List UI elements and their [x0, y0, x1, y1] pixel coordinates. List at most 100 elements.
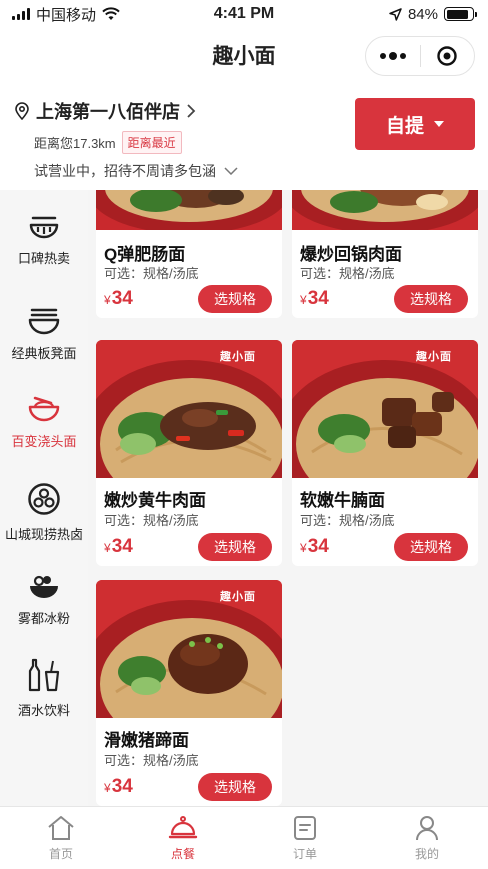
- pickup-label: 自提: [385, 115, 424, 137]
- tab-label: 订单: [292, 847, 317, 861]
- product-image: 趣小面: [96, 580, 282, 718]
- product-card[interactable]: 趣小面 软嫩牛腩面 可选：规格/汤底 ¥34 选规格: [292, 340, 478, 566]
- product-image: 趣小面: [96, 340, 282, 478]
- store-header: 上海第一八佰伴店 距离您17.3km 距离最近 试营业中，招待不周请多包涵 自提: [0, 84, 488, 190]
- product-name: 嫩炒黄牛肉面: [104, 491, 206, 510]
- product-card[interactable]: 爆炒回锅肉面 可选：规格/汤底 ¥34 选规格: [292, 190, 478, 318]
- battery-fill: [446, 9, 468, 19]
- battery-icon: [444, 7, 477, 21]
- chevron-right-icon: [187, 104, 196, 118]
- product-name: 滑嫩猪蹄面: [104, 731, 189, 750]
- select-spec-button[interactable]: 选规格: [198, 773, 272, 801]
- store-selector[interactable]: 上海第一八佰伴店: [14, 98, 196, 124]
- product-price: ¥34: [104, 288, 133, 310]
- product-options: 可选：规格/汤底: [300, 266, 395, 281]
- store-distance: 距离您17.3km: [34, 136, 116, 151]
- bowl-icon: [29, 216, 59, 238]
- price-value: 34: [111, 536, 133, 557]
- tab-label: 首页: [48, 847, 73, 861]
- dropdown-triangle-icon: [434, 121, 444, 127]
- product-name: 爆炒回锅肉面: [300, 245, 402, 264]
- product-price: ¥34: [300, 288, 329, 310]
- category-label: 雾都冰粉: [17, 610, 70, 626]
- currency-symbol: ¥: [104, 781, 111, 795]
- status-bar: 中国移动 4:41 PM 84%: [0, 0, 488, 28]
- category-item-braised[interactable]: 山城现捞热卤: [0, 466, 88, 558]
- product-image: 趣小面: [292, 340, 478, 478]
- product-card[interactable]: 趣小面 滑嫩猪蹄面 可选：规格/汤底 ¥34 选规格: [96, 580, 282, 806]
- currency-symbol: ¥: [104, 293, 111, 307]
- order-icon: [294, 816, 316, 840]
- more-icon[interactable]: [366, 51, 420, 60]
- product-grid: Q弹肥肠面 可选：规格/汤底 ¥34 选规格 爆炒回锅肉面 可选：规格/汤底 ¥…: [88, 190, 488, 806]
- product-options: 可选：规格/汤底: [300, 513, 395, 528]
- notice-text: 试营业中，招待不周请多包涵: [34, 163, 216, 179]
- bottom-tab-bar: 首页 点餐 订单 我的: [0, 806, 488, 869]
- select-spec-button[interactable]: 选规格: [394, 533, 468, 561]
- product-options: 可选：规格/汤底: [104, 753, 199, 768]
- brand-logo: 趣小面: [220, 591, 256, 603]
- select-spec-button[interactable]: 选规格: [198, 533, 272, 561]
- distance-row: 距离您17.3km 距离最近: [34, 131, 182, 154]
- status-right: 84%: [389, 5, 477, 23]
- price-value: 34: [111, 288, 133, 309]
- user-icon: [416, 816, 438, 841]
- product-card[interactable]: 趣小面 嫩炒黄牛肉面 可选：规格/汤底 ¥34 选规格: [96, 340, 282, 566]
- tab-home[interactable]: 首页: [0, 807, 122, 869]
- category-item-drinks[interactable]: 酒水饮料: [0, 642, 88, 734]
- tab-profile[interactable]: 我的: [366, 807, 488, 869]
- drinks-icon: [28, 658, 60, 691]
- product-options: 可选：规格/汤底: [104, 266, 199, 281]
- store-notice[interactable]: 试营业中，招待不周请多包涵: [34, 161, 238, 181]
- category-label: 百变浇头面: [11, 433, 77, 449]
- category-item-classic[interactable]: 经典板凳面: [0, 290, 88, 378]
- pickup-mode-button[interactable]: 自提: [355, 98, 475, 150]
- select-spec-button[interactable]: 选规格: [198, 285, 272, 313]
- brand-logo: 趣小面: [416, 351, 452, 363]
- category-item-ice-jelly[interactable]: 雾都冰粉: [0, 558, 88, 642]
- product-image: [96, 190, 282, 230]
- brand-logo: 趣小面: [220, 351, 256, 363]
- product-name: Q弹肥肠面: [104, 245, 186, 264]
- currency-symbol: ¥: [104, 541, 111, 555]
- home-icon: [48, 816, 74, 840]
- price-value: 34: [111, 776, 133, 797]
- location-arrow-icon: [389, 7, 402, 21]
- price-value: 34: [307, 536, 329, 557]
- store-name: 上海第一八佰伴店: [36, 102, 180, 122]
- product-price: ¥34: [104, 776, 133, 798]
- title-bar: 趣小面: [0, 28, 488, 84]
- category-label: 经典板凳面: [11, 345, 77, 361]
- category-label: 山城现捞热卤: [4, 526, 83, 542]
- product-card[interactable]: Q弹肥肠面 可选：规格/汤底 ¥34 选规格: [96, 190, 282, 318]
- tab-orders[interactable]: 订单: [244, 807, 366, 869]
- cloche-icon: [168, 816, 198, 839]
- tab-order-food[interactable]: 点餐: [122, 807, 244, 869]
- select-spec-button[interactable]: 选规格: [394, 285, 468, 313]
- currency-symbol: ¥: [300, 293, 307, 307]
- location-pin-icon: [15, 102, 29, 120]
- ice-jelly-icon: [30, 575, 58, 598]
- noodle-bowl-icon: [28, 308, 60, 334]
- bowl-toppings-icon: [28, 396, 60, 421]
- category-sidebar: 口碑热卖 经典板凳面 百变浇头面 山城现捞热卤 雾都冰粉 酒水饮料: [0, 190, 88, 806]
- category-label: 酒水饮料: [17, 702, 70, 718]
- category-item-popular[interactable]: 口碑热卖: [0, 190, 88, 290]
- product-image: [292, 190, 478, 230]
- close-target-icon[interactable]: [421, 45, 475, 67]
- product-options: 可选：规格/汤底: [104, 513, 199, 528]
- currency-symbol: ¥: [300, 541, 307, 555]
- product-name: 软嫩牛腩面: [300, 491, 385, 510]
- nearest-badge: 距离最近: [121, 131, 182, 154]
- tab-label: 点餐: [170, 847, 195, 861]
- tab-label: 我的: [414, 847, 439, 861]
- braised-icon: [28, 482, 60, 515]
- mini-program-capsule: [365, 36, 475, 76]
- category-item-toppings[interactable]: 百变浇头面: [0, 378, 88, 466]
- chevron-down-icon: [224, 167, 238, 175]
- product-price: ¥34: [104, 536, 133, 558]
- product-price: ¥34: [300, 536, 329, 558]
- battery-percent: 84%: [407, 5, 438, 23]
- price-value: 34: [307, 288, 329, 309]
- category-label: 口碑热卖: [17, 250, 70, 266]
